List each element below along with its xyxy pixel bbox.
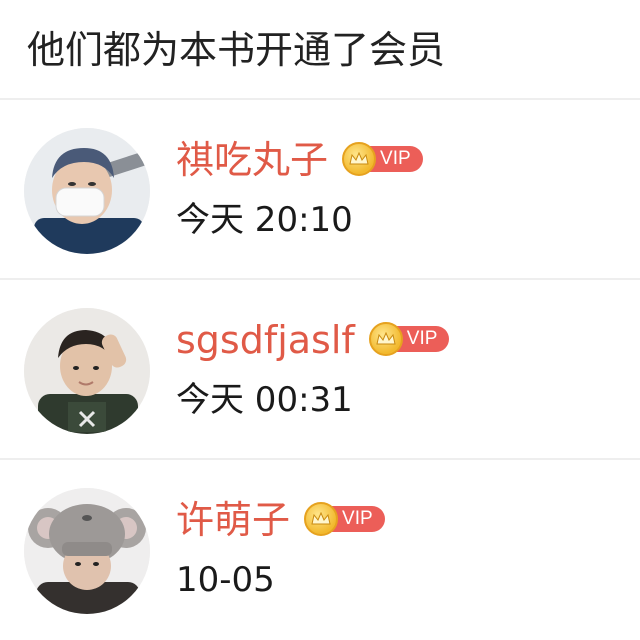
avatar[interactable] bbox=[24, 128, 150, 254]
member-time: 10-05 bbox=[176, 560, 275, 600]
vip-badge: VIP bbox=[368, 321, 450, 356]
member-row[interactable]: 许萌子 VIP 10-05 bbox=[0, 460, 640, 640]
member-name[interactable]: sgsdfjaslf VIP bbox=[176, 316, 450, 364]
vip-badge: VIP bbox=[342, 141, 423, 176]
member-time: 今天 20:10 bbox=[176, 200, 353, 240]
member-name[interactable]: 祺吃丸子 VIP bbox=[176, 136, 423, 184]
member-time: 今天 00:31 bbox=[176, 380, 353, 420]
vip-badge: VIP bbox=[304, 501, 385, 536]
page-title: 他们都为本书开通了会员 bbox=[27, 28, 446, 72]
member-row[interactable]: 祺吃丸子 VIP 今天 20:10 bbox=[0, 100, 640, 280]
member-row[interactable]: sgsdfjaslf VIP 今天 00:31 bbox=[0, 280, 640, 460]
members-header: 他们都为本书开通了会员 bbox=[0, 0, 640, 100]
member-name[interactable]: 许萌子 VIP bbox=[176, 496, 385, 544]
avatar[interactable] bbox=[24, 488, 150, 614]
crown-icon bbox=[304, 501, 339, 536]
crown-icon bbox=[342, 141, 377, 176]
avatar[interactable] bbox=[24, 308, 150, 434]
crown-icon bbox=[368, 321, 403, 356]
